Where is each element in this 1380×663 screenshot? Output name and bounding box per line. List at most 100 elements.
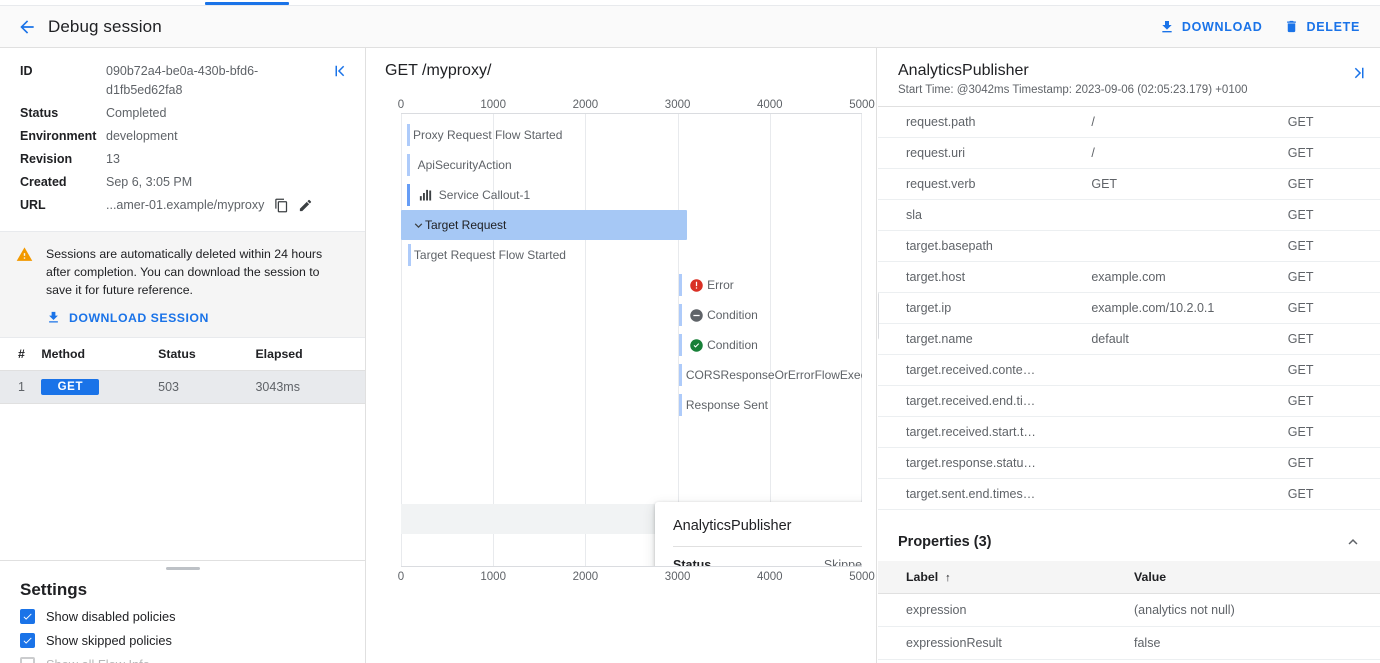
expand-right-panel-button[interactable]: [1348, 62, 1370, 84]
properties-collapse-button[interactable]: [1344, 533, 1362, 551]
variable-row[interactable]: target.response.statu…GET: [878, 448, 1380, 479]
settings-resize-handle[interactable]: [166, 567, 200, 570]
variable-context: GET: [1282, 169, 1380, 200]
column-header-status[interactable]: Status: [158, 338, 255, 371]
page-title: Debug session: [48, 17, 162, 37]
variable-row[interactable]: target.ipexample.com/10.2.0.1GET: [878, 293, 1380, 324]
timeline-row[interactable]: Service Callout-1: [401, 180, 862, 210]
url-actions: [274, 198, 313, 213]
debug-session-page: Debug session DOWNLOAD DELETE: [0, 0, 1380, 663]
copy-url-button[interactable]: [274, 198, 289, 213]
table-row[interactable]: 1 GET 503 3043ms: [0, 371, 365, 404]
timeline-row-target-request[interactable]: Target Request: [401, 210, 687, 240]
settings-title: Settings: [20, 580, 346, 600]
timeline-row[interactable]: CORSResponseOrErrorFlowExecu: [401, 360, 862, 390]
meta-key: URL: [20, 196, 106, 215]
axis-tick: 1000: [480, 571, 506, 583]
details-title: AnalyticsPublisher: [898, 62, 1340, 80]
variable-row[interactable]: target.received.conte…GET: [878, 355, 1380, 386]
details-subtitle: Start Time: @3042ms Timestamp: 2023-09-0…: [898, 84, 1340, 96]
variable-context: GET: [1282, 417, 1380, 448]
timeline-row[interactable]: ApiSecurityAction: [401, 150, 862, 180]
setting-show-skipped-policies[interactable]: Show skipped policies: [20, 633, 346, 648]
meta-key: Revision: [20, 150, 106, 169]
axis-tick: 3000: [665, 99, 691, 111]
condition-ok-icon: [689, 338, 704, 353]
variable-row[interactable]: request.verbGETGET: [878, 169, 1380, 200]
timeline-bar: [679, 274, 682, 296]
timeline-row-label: ApiSecurityAction: [418, 158, 512, 172]
variable-row[interactable]: target.namedefaultGET: [878, 324, 1380, 355]
column-header-elapsed[interactable]: Elapsed: [255, 338, 365, 371]
column-header-method[interactable]: Method: [41, 338, 158, 371]
trash-icon: [1284, 19, 1299, 34]
variable-row[interactable]: slaGET: [878, 200, 1380, 231]
variable-context: GET: [1282, 386, 1380, 417]
setting-show-all-flow-info[interactable]: Show all Flow Info: [20, 657, 346, 663]
variable-name: request.verb: [878, 169, 1085, 200]
delete-button[interactable]: DELETE: [1284, 19, 1360, 34]
row-elapsed: 3043ms: [255, 371, 365, 404]
edit-url-button[interactable]: [298, 198, 313, 213]
scrollbar-thumb[interactable]: [878, 292, 879, 340]
variable-row[interactable]: request.path/GET: [878, 107, 1380, 138]
properties-column-label-text: Label: [906, 570, 938, 584]
variable-row[interactable]: target.hostexample.comGET: [878, 262, 1380, 293]
timeline-bar: [408, 244, 411, 266]
checkbox-checked-icon[interactable]: [20, 633, 35, 648]
timeline-row[interactable]: Condition: [401, 330, 862, 360]
variable-value: [1085, 200, 1281, 231]
variable-row[interactable]: target.received.end.ti… GET: [878, 386, 1380, 417]
timeline-row[interactable]: Response Sent: [401, 390, 862, 420]
left-panel: ID 090b72a4-be0a-430b-bfd6-d1fb5ed62fa8 …: [0, 48, 366, 663]
properties-title: Properties (3): [898, 534, 991, 550]
back-button[interactable]: [14, 14, 40, 40]
chevron-down-icon[interactable]: [411, 218, 425, 232]
property-row[interactable]: t… AnalyticsPublish…: [878, 660, 1380, 663]
timeline-row[interactable]: Error: [401, 270, 862, 300]
tooltip-key: Status: [673, 558, 711, 566]
property-row[interactable]: expression (analytics not null): [878, 594, 1380, 627]
timeline-bar: [679, 304, 682, 326]
axis-tick: 0: [398, 99, 404, 111]
variable-row[interactable]: request.uri/GET: [878, 138, 1380, 169]
variable-row[interactable]: target.received.start.t…GET: [878, 417, 1380, 448]
setting-label: Show skipped policies: [46, 633, 172, 648]
variable-value: [1085, 355, 1281, 386]
variable-value: [1085, 386, 1281, 417]
meta-row-environment: Environment development: [20, 127, 349, 146]
timeline-row-label: Condition: [707, 338, 758, 352]
variable-name: target.sent.start.time…: [878, 510, 1085, 520]
download-session-button[interactable]: DOWNLOAD SESSION: [46, 310, 347, 325]
variable-row[interactable]: target.basepathGET: [878, 231, 1380, 262]
timeline-row-label: Target Request: [425, 218, 506, 232]
download-button[interactable]: DOWNLOAD: [1159, 19, 1263, 35]
expand-right-icon: [1350, 64, 1368, 82]
property-row[interactable]: expressionResult false: [878, 627, 1380, 660]
active-tab-indicator[interactable]: [205, 2, 289, 5]
variable-context: GET: [1282, 293, 1380, 324]
axis-tick: 4000: [757, 571, 783, 583]
warning-text: Sessions are automatically deleted withi…: [46, 245, 347, 299]
properties-column-value[interactable]: Value: [1128, 561, 1380, 594]
variable-row[interactable]: target.sent.start.time…GET: [878, 510, 1380, 520]
variable-row[interactable]: target.sent.end.times…GET: [878, 479, 1380, 510]
properties-section-header[interactable]: Properties (3): [878, 519, 1380, 561]
meta-row-revision: Revision 13: [20, 150, 349, 169]
details-panel: AnalyticsPublisher Start Time: @3042ms T…: [878, 48, 1380, 663]
setting-show-disabled-policies[interactable]: Show disabled policies: [20, 609, 346, 624]
flow-title: GET /myproxy/: [367, 48, 876, 92]
variables-scroll-area[interactable]: request.path/GET request.uri/GET request…: [878, 107, 1380, 519]
properties-column-label[interactable]: Label↑: [878, 561, 1128, 594]
timeline-row[interactable]: Condition: [401, 300, 862, 330]
variables-scrollbar[interactable]: [878, 107, 882, 519]
arrow-left-icon: [17, 17, 37, 37]
collapse-left-panel-button[interactable]: [329, 60, 351, 82]
column-header-num[interactable]: #: [0, 338, 41, 371]
variable-value: default: [1085, 324, 1281, 355]
timeline-row[interactable]: Target Request Flow Started: [401, 240, 862, 270]
timeline-row[interactable]: Proxy Request Flow Started: [401, 120, 862, 150]
variable-name: target.received.end.ti…: [878, 386, 1085, 417]
checkbox-checked-icon[interactable]: [20, 609, 35, 624]
checkbox-unchecked-icon[interactable]: [20, 657, 35, 663]
